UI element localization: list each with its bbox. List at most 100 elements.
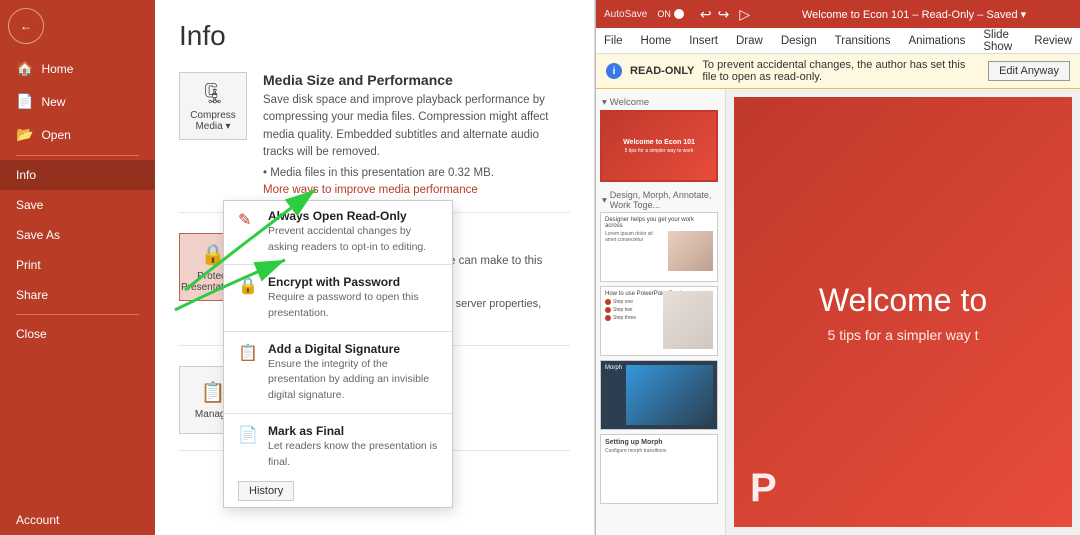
ribbon-file[interactable]: File	[604, 33, 623, 49]
slide-1-inner: Welcome to Econ 101 5 tips for a simpler…	[602, 112, 716, 180]
open-icon: 📂	[16, 126, 33, 143]
page-title: Info	[179, 20, 570, 52]
final-icon: 📄	[238, 425, 258, 445]
title-bar: AutoSave ON ↩ ↪ ▷ Welcome to Econ 101 – …	[596, 0, 1080, 28]
redo-button[interactable]: ↪	[718, 6, 730, 23]
section-welcome: ▾ Welcome	[600, 93, 721, 110]
mark-as-final-item[interactable]: 📄 Mark as Final Let readers know the pre…	[224, 416, 452, 477]
ribbon: File Home Insert Draw Design Transitions…	[596, 28, 1080, 54]
ribbon-design[interactable]: Design	[781, 33, 817, 49]
lock-icon: 🔒	[201, 242, 226, 267]
slides-panel: ▾ Welcome 1 Welcome to Econ 101 5 tips f…	[596, 89, 726, 535]
sidebar-item-share[interactable]: Share	[0, 280, 155, 310]
sidebar-item-close[interactable]: Close	[0, 319, 155, 349]
readonly-info-icon: i	[606, 63, 622, 79]
protect-dropdown: ✎ Always Open Read-Only Prevent accident…	[223, 200, 453, 508]
media-card-title: Media Size and Performance	[263, 72, 570, 88]
slide-1-container: 1 Welcome to Econ 101 5 tips for a simpl…	[600, 110, 721, 182]
slide-2-inner: Designer helps you get your work across …	[601, 213, 717, 281]
signature-icon: 📋	[238, 343, 258, 363]
slide-1-thumb[interactable]: Welcome to Econ 101 5 tips for a simpler…	[600, 110, 718, 182]
sidebar-divider-2	[16, 314, 139, 315]
slide-5-content: Setting up Morph Configure morph transit…	[601, 435, 717, 503]
readonly-text: Always Open Read-Only Prevent accidental…	[268, 209, 438, 254]
media-card-desc: Save disk space and improve playback per…	[263, 92, 570, 161]
media-performance-link[interactable]: More ways to improve media performance	[263, 184, 478, 196]
main-slide-title: Welcome to	[819, 282, 987, 319]
ribbon-transitions[interactable]: Transitions	[835, 33, 891, 49]
dropdown-divider-2	[224, 331, 452, 332]
slide-2-container: 2 Designer helps you get your work acros…	[600, 212, 721, 282]
manage-icon: 📋	[201, 380, 226, 405]
main-slide-subtitle: 5 tips for a simpler way t	[828, 327, 979, 343]
compress-media-button[interactable]: 🗜 CompressMedia ▾	[179, 72, 247, 140]
slide-5-inner: Setting up Morph Configure morph transit…	[601, 435, 717, 503]
ribbon-slideshow[interactable]: Slide Show	[983, 27, 1016, 55]
slide-show-icon: ▷	[739, 6, 750, 23]
back-icon: ←	[20, 19, 32, 33]
media-card-text: Media Size and Performance Save disk spa…	[263, 72, 570, 196]
slide-3-thumb[interactable]: How to use PowerPoint Designer Step one …	[600, 286, 718, 356]
info-panel: ← 🏠 Home 📄 New 📂 Open Info Save Save As …	[0, 0, 595, 535]
main-slide: Welcome to 5 tips for a simpler way t P	[734, 97, 1072, 527]
window-title: Welcome to Econ 101 – Read-Only – Saved …	[756, 8, 1072, 21]
readonly-bar: i READ-ONLY To prevent accidental change…	[596, 54, 1080, 89]
media-card: 🗜 CompressMedia ▾ Media Size and Perform…	[179, 72, 570, 213]
main-slide-area: Welcome to 5 tips for a simpler way t P	[726, 89, 1080, 535]
sidebar-item-save-as[interactable]: Save As	[0, 220, 155, 250]
powerpoint-window: AutoSave ON ↩ ↪ ▷ Welcome to Econ 101 – …	[595, 0, 1080, 535]
slide-3-content: How to use PowerPoint Designer Step one …	[601, 287, 717, 355]
final-text: Mark as Final Let readers know the prese…	[268, 424, 438, 469]
encrypt-icon: 🔒	[238, 276, 258, 296]
compress-icon: 🗜	[200, 81, 225, 106]
readonly-badge: READ-ONLY	[630, 65, 694, 77]
always-open-readonly-item[interactable]: ✎ Always Open Read-Only Prevent accident…	[224, 201, 452, 262]
readonly-message: To prevent accidental changes, the autho…	[702, 59, 980, 83]
slide-4-container: 4 Morph	[600, 360, 721, 430]
digital-signature-item[interactable]: 📋 Add a Digital Signature Ensure the int…	[224, 334, 452, 411]
autosave-label: AutoSave	[604, 9, 647, 20]
sidebar-item-new[interactable]: 📄 New	[0, 85, 155, 118]
ribbon-home[interactable]: Home	[641, 33, 672, 49]
ribbon-review[interactable]: Review	[1034, 33, 1072, 49]
slides-area: ▾ Welcome 1 Welcome to Econ 101 5 tips f…	[596, 89, 1080, 535]
dropdown-divider-1	[224, 264, 452, 265]
sidebar-item-home[interactable]: 🏠 Home	[0, 52, 155, 85]
slide-3-inner: How to use PowerPoint Designer Step one …	[601, 287, 717, 355]
media-size-info: • Media files in this presentation are 0…	[263, 165, 570, 182]
edit-anyway-button[interactable]: Edit Anyway	[988, 61, 1070, 81]
slide-5-container: 5 Setting up Morph Configure morph trans…	[600, 434, 721, 504]
toggle-circle	[674, 9, 684, 19]
undo-button[interactable]: ↩	[700, 6, 712, 23]
autosave-toggle[interactable]: ON	[653, 8, 688, 20]
slide-5-thumb[interactable]: Setting up Morph Configure morph transit…	[600, 434, 718, 504]
slide-3-container: 3 How to use PowerPoint Designer Step on…	[600, 286, 721, 356]
slide-1-content: Welcome to Econ 101 5 tips for a simpler…	[602, 112, 716, 180]
sidebar-item-open[interactable]: 📂 Open	[0, 118, 155, 151]
sidebar-item-info[interactable]: Info	[0, 160, 155, 190]
ribbon-animations[interactable]: Animations	[908, 33, 965, 49]
ribbon-insert[interactable]: Insert	[689, 33, 718, 49]
slide-2-content: Designer helps you get your work across …	[601, 213, 717, 281]
sidebar-item-save[interactable]: Save	[0, 190, 155, 220]
toggle-on-label: ON	[657, 9, 671, 19]
slide-2-thumb[interactable]: Designer helps you get your work across …	[600, 212, 718, 282]
home-icon: 🏠	[16, 60, 33, 77]
readonly-icon: ✎	[238, 210, 258, 230]
sidebar: ← 🏠 Home 📄 New 📂 Open Info Save Save As …	[0, 0, 155, 535]
powerpoint-logo: P	[750, 466, 777, 511]
encrypt-text: Encrypt with Password Require a password…	[268, 275, 438, 320]
slide-4-thumb[interactable]: Morph	[600, 360, 718, 430]
slide-4-inner: Morph	[601, 361, 717, 429]
sidebar-item-account[interactable]: Account	[0, 505, 155, 535]
ribbon-draw[interactable]: Draw	[736, 33, 763, 49]
sidebar-divider	[16, 155, 139, 156]
section-design: ▾ Design, Morph, Annotate, Work Toge...	[600, 186, 721, 212]
sidebar-item-print[interactable]: Print	[0, 250, 155, 280]
back-button[interactable]: ←	[8, 8, 44, 44]
dropdown-divider-3	[224, 413, 452, 414]
history-button[interactable]: History	[238, 481, 294, 501]
encrypt-password-item[interactable]: 🔒 Encrypt with Password Require a passwo…	[224, 267, 452, 328]
signature-text: Add a Digital Signature Ensure the integ…	[268, 342, 438, 403]
new-icon: 📄	[16, 93, 33, 110]
